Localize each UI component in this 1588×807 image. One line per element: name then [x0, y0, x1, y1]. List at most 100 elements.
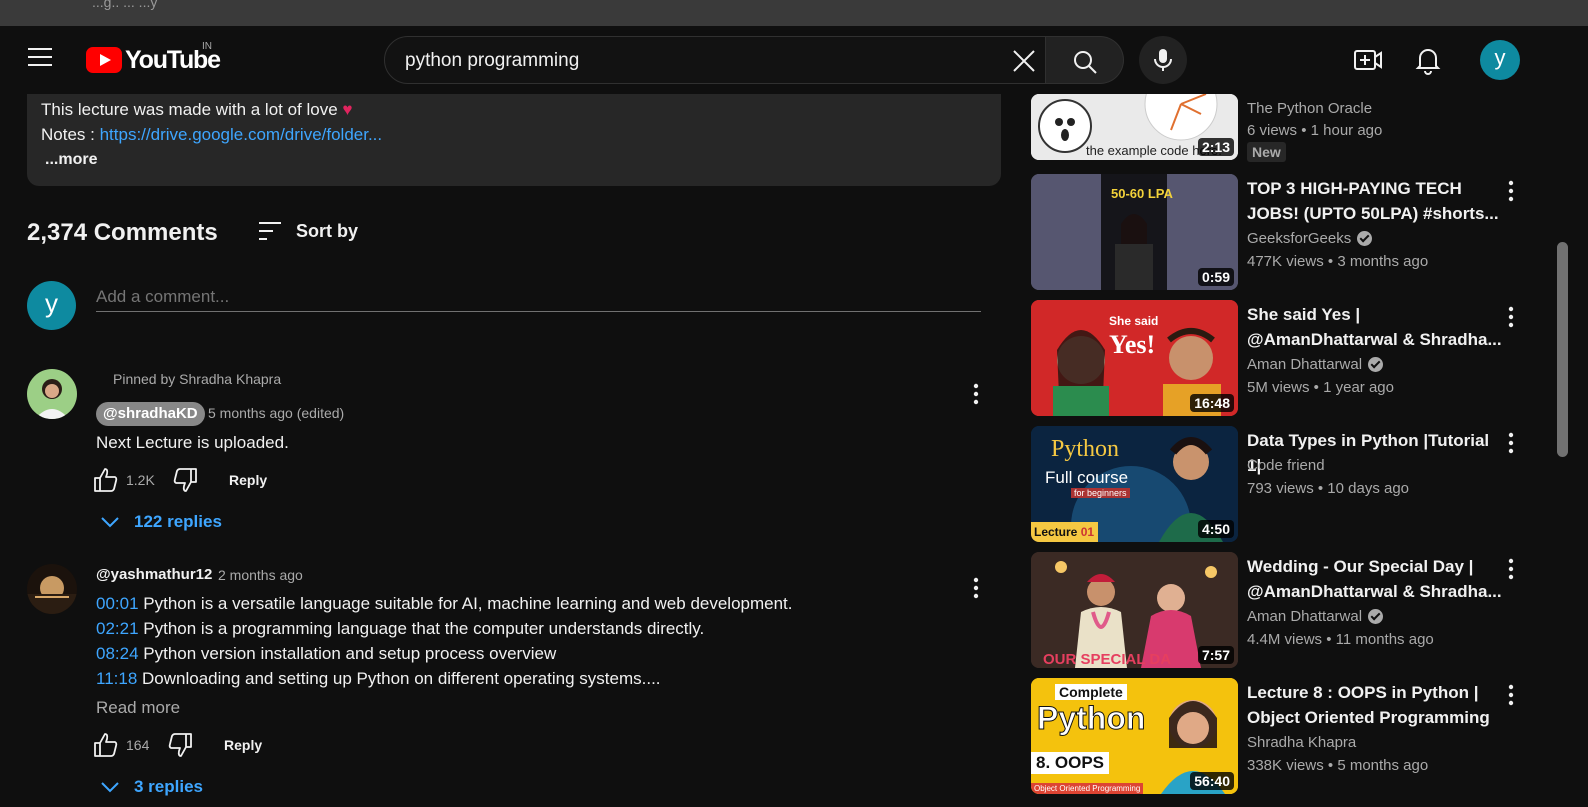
video-thumbnail: Complete Python 8. OOPS Object Oriented … [1031, 678, 1238, 794]
like-button[interactable] [93, 732, 119, 763]
recommended-video[interactable]: 50-60 LPA 0:59 TOP 3 HIGH-PAYING TECH JO… [1031, 174, 1531, 292]
video-menu-icon[interactable] [1503, 178, 1519, 204]
thumbnail-text-4: Lecture [1034, 525, 1078, 539]
commenter-avatar[interactable] [27, 369, 77, 419]
comment-time[interactable]: 2 months ago [218, 567, 303, 583]
video-title[interactable]: TOP 3 HIGH-PAYING TECH JOBS! (UPTO 50LPA… [1247, 176, 1503, 226]
timestamp-link[interactable]: 02:21 [96, 619, 139, 638]
account-avatar[interactable]: y [1480, 40, 1520, 80]
pinned-label: Pinned by Shradha Khapra [113, 371, 281, 387]
sort-comments-button[interactable]: Sort by [258, 218, 358, 244]
reply-button[interactable]: Reply [224, 737, 262, 753]
recommended-video[interactable]: the example code here. 2:13 The Python O… [1031, 94, 1531, 164]
menu-icon[interactable] [28, 48, 54, 70]
video-thumbnail: the example code here. 2:13 [1031, 94, 1238, 160]
view-count: 5M views [1247, 379, 1310, 396]
like-button[interactable] [93, 467, 119, 498]
like-count: 164 [126, 737, 150, 753]
view-count: 793 views [1247, 480, 1314, 497]
add-comment-input[interactable] [96, 282, 981, 312]
channel-name-text: Shradha Khapra [1247, 734, 1357, 751]
video-menu-icon[interactable] [1503, 556, 1519, 582]
timestamp-link[interactable]: 11:18 [96, 669, 137, 688]
video-stats: 338K views • 5 months ago [1247, 757, 1429, 774]
channel-name[interactable]: Aman Dhattarwal [1247, 608, 1384, 625]
thumbnail-text: OUR SPECIAL DA [1043, 651, 1172, 668]
comment-author-badge[interactable]: @shradhaKD [96, 402, 205, 426]
verified-icon [1368, 357, 1384, 372]
video-title[interactable]: Lecture 8 : OOPS in Python | Object Orie… [1247, 680, 1503, 730]
thumbnail-text-5: 01 [1080, 525, 1095, 539]
browser-ghost-text: ...g.. ... ...y [92, 0, 158, 10]
recommended-video[interactable]: Python Full course for beginners Lecture… [1031, 426, 1531, 544]
thumbs-down-icon [173, 468, 197, 492]
replies-label: 3 replies [134, 777, 203, 796]
create-video-icon[interactable] [1352, 45, 1384, 75]
thumbnail-text-3: for beginners [1071, 488, 1130, 498]
comment-line: 08:24 Python version installation and se… [96, 644, 556, 664]
youtube-logo[interactable]: YouTube IN [86, 41, 221, 74]
thumbnail-text-2: 8. OOPS [1031, 752, 1110, 774]
show-more-button[interactable]: ...more [45, 151, 97, 169]
read-more-button[interactable]: Read more [96, 698, 180, 718]
notes-link[interactable]: https://drive.google.com/drive/folder... [100, 125, 383, 144]
comment-author[interactable]: @yashmathur12 [96, 566, 212, 583]
upload-age: 1 year ago [1323, 379, 1394, 396]
video-thumbnail: Python Full course for beginners Lecture… [1031, 426, 1238, 542]
thumbs-up-icon [94, 468, 118, 492]
video-title[interactable]: Wedding - Our Special Day | @AmanDhattar… [1247, 554, 1503, 604]
notifications-icon[interactable] [1412, 44, 1444, 76]
video-description[interactable]: This lecture was made with a lot of love… [27, 94, 1001, 186]
my-avatar: y [27, 281, 76, 330]
channel-name[interactable]: Shradha Khapra [1247, 734, 1356, 751]
video-thumbnail: 50-60 LPA 0:59 [1031, 174, 1238, 290]
comment-menu-icon[interactable] [966, 380, 986, 408]
recommended-video[interactable]: Complete Python 8. OOPS Object Oriented … [1031, 678, 1531, 796]
video-stats: 793 views • 10 days ago [1247, 480, 1410, 497]
clear-search-icon[interactable] [1011, 48, 1037, 74]
comment-time[interactable]: 5 months ago (edited) [208, 405, 344, 421]
show-replies-button[interactable]: 3 replies [100, 774, 203, 800]
channel-name-text: GeeksforGeeks [1247, 230, 1352, 247]
verified-icon [1368, 609, 1384, 624]
channel-name[interactable]: The Python Oracle [1247, 100, 1372, 117]
thumbs-up-icon [94, 733, 118, 757]
channel-name[interactable]: Aman Dhattarwal [1247, 356, 1384, 373]
channel-name[interactable]: Code friend [1247, 457, 1325, 474]
comment-menu-icon[interactable] [966, 574, 986, 602]
dislike-button[interactable] [167, 732, 193, 763]
reply-button[interactable]: Reply [229, 472, 267, 488]
view-count: 338K views [1247, 757, 1324, 774]
scrollbar-thumb[interactable] [1557, 242, 1568, 457]
commenter-avatar[interactable] [27, 564, 77, 614]
dislike-button[interactable] [172, 467, 198, 498]
upload-age: 3 months ago [1337, 253, 1429, 270]
recommended-video[interactable]: OUR SPECIAL DA 7:57 Wedding - Our Specia… [1031, 552, 1531, 670]
comments-count-title: 2,374 Comments [27, 219, 218, 246]
video-menu-icon[interactable] [1503, 430, 1519, 456]
timestamp-link[interactable]: 00:01 [96, 594, 139, 613]
timestamp-link[interactable]: 08:24 [96, 644, 139, 663]
like-count: 1.2K [126, 472, 155, 488]
browser-top-strip: ...g.. ... ...y [0, 0, 1588, 26]
comment-line-text: Python version installation and setup pr… [138, 644, 557, 663]
show-replies-button[interactable]: 122 replies [100, 509, 222, 535]
search-button[interactable] [1046, 36, 1124, 84]
pinned-text: Pinned by Shradha Khapra [113, 371, 282, 387]
comment-line-text: Python is a programming language that th… [138, 619, 705, 638]
microphone-icon [1154, 49, 1172, 71]
video-menu-icon[interactable] [1503, 682, 1519, 708]
scrollbar-track [1568, 26, 1588, 807]
chevron-down-icon [101, 517, 119, 528]
video-duration: 7:57 [1197, 646, 1234, 664]
voice-search-button[interactable] [1139, 36, 1187, 84]
video-duration: 4:50 [1197, 520, 1234, 538]
video-thumbnail: OUR SPECIAL DA 7:57 [1031, 552, 1238, 668]
video-menu-icon[interactable] [1503, 304, 1519, 330]
search-input[interactable] [405, 49, 985, 73]
recommended-video[interactable]: She said Yes! 16:48 She said Yes | @Aman… [1031, 300, 1531, 418]
video-title[interactable]: She said Yes | @AmanDhattarwal & Shradha… [1247, 302, 1503, 352]
thumbnail-text-3: Object Oriented Programming [1031, 783, 1144, 794]
channel-name[interactable]: GeeksforGeeks [1247, 230, 1373, 247]
video-stats: 5M views • 1 year ago [1247, 379, 1394, 396]
